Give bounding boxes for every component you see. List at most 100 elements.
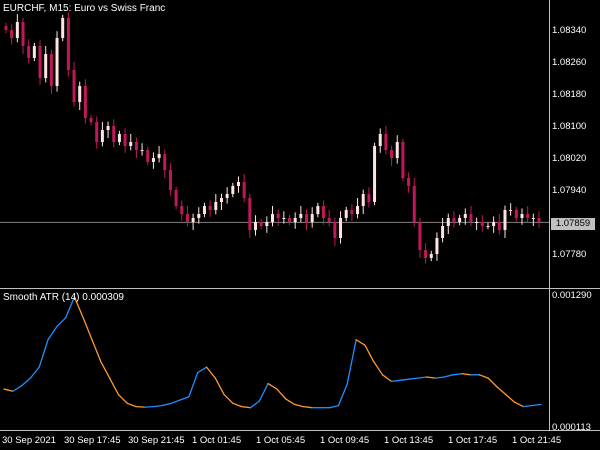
atr-line-segment: [153, 404, 164, 408]
atr-line-segment: [408, 377, 419, 380]
candle-body: [185, 214, 189, 222]
candle-body: [134, 142, 138, 150]
candle-body: [219, 198, 223, 202]
atr-line-segment: [223, 393, 234, 404]
current-price-label: 1.07859: [551, 218, 595, 230]
candle-body: [480, 222, 484, 226]
candle-body: [253, 222, 257, 230]
candle-body: [129, 142, 133, 146]
candle-body: [446, 218, 450, 226]
candle-body: [236, 182, 240, 186]
candle-body: [395, 142, 399, 158]
candle-body: [21, 22, 25, 46]
atr-line-segment: [373, 361, 384, 376]
candle-body: [231, 186, 235, 194]
candle-body: [412, 186, 416, 222]
atr-line-segment: [100, 361, 111, 379]
atr-line-segment: [214, 377, 225, 396]
atr-line-segment: [161, 402, 172, 407]
candle-body: [112, 126, 116, 142]
candle-body: [497, 222, 501, 230]
candle-body: [435, 238, 439, 254]
candle-body: [146, 150, 150, 162]
candle-body: [271, 214, 274, 222]
candle-body: [531, 218, 535, 219]
atr-line-segment: [188, 371, 199, 398]
candle-body: [344, 210, 348, 218]
candle-body: [214, 202, 218, 210]
candle-body: [95, 122, 99, 142]
candle-body: [475, 222, 479, 223]
candle-body: [526, 214, 530, 218]
atr-line-segment: [302, 405, 313, 409]
candle-body: [55, 38, 59, 86]
candle-body: [373, 146, 377, 202]
candle-body: [100, 130, 104, 142]
candle-body: [509, 210, 513, 211]
candle-body: [66, 18, 70, 70]
atr-line-segment: [232, 402, 243, 408]
candle-body: [191, 218, 195, 222]
atr-line-segment: [276, 388, 287, 400]
chart-canvas[interactable]: [0, 0, 600, 450]
atr-line-segment: [258, 382, 269, 402]
atr-line-segment: [346, 339, 357, 385]
candle-body: [168, 170, 172, 190]
indicator-scale-label: 0.000113: [552, 422, 591, 433]
time-axis-label: 1 Oct 13:45: [384, 435, 434, 446]
candle-body: [429, 254, 433, 258]
atr-line-segment: [135, 405, 146, 408]
atr-line-segment: [487, 377, 498, 388]
time-axis-label: 30 Sep 17:45: [64, 435, 121, 446]
atr-line-segment: [434, 376, 445, 379]
time-axis-label: 30 Sep 21:45: [128, 435, 185, 446]
price-axis-label: 1.08180: [552, 89, 587, 100]
candle-body: [208, 206, 212, 210]
atr-line-segment: [179, 396, 190, 401]
time-axis-label: 30 Sep 2021: [2, 435, 56, 446]
atr-line-segment: [56, 317, 67, 328]
atr-line-segment: [390, 379, 401, 383]
candle-body: [452, 218, 456, 222]
candle-body: [407, 178, 411, 186]
atr-line-segment: [329, 404, 340, 409]
candle-body: [333, 222, 337, 238]
candle-body: [356, 206, 360, 214]
atr-line-segment: [399, 378, 410, 381]
candle-body: [83, 86, 87, 118]
atr-line-segment: [144, 405, 155, 408]
time-axis-label: 1 Oct 01:45: [192, 435, 242, 446]
atr-line-segment: [337, 382, 348, 407]
candle-body: [424, 250, 428, 258]
candle-body: [293, 218, 297, 222]
candle-body: [367, 194, 371, 202]
atr-line-segment: [531, 403, 542, 407]
candle-body: [486, 226, 490, 227]
candle-body: [458, 218, 462, 222]
candle-body: [361, 194, 365, 206]
atr-line-segment: [478, 374, 489, 379]
atr-line-segment: [82, 317, 93, 341]
candle-body: [180, 206, 184, 214]
candle-body: [378, 134, 382, 146]
candle-body: [418, 222, 422, 250]
candle-body: [197, 214, 201, 218]
atr-line-segment: [267, 382, 278, 390]
atr-line-segment: [425, 376, 437, 379]
candle-body: [299, 214, 303, 218]
candle-body: [78, 86, 82, 102]
atr-line-segment: [285, 398, 296, 406]
time-axis-label: 1 Oct 05:45: [256, 435, 306, 446]
atr-line-segment: [38, 339, 49, 368]
candle-body: [469, 214, 473, 222]
atr-line-segment: [452, 373, 463, 376]
candle-body: [537, 218, 541, 222]
atr-line-segment: [29, 366, 40, 379]
candle-body: [339, 218, 343, 238]
price-axis-label: 1.08020: [552, 153, 587, 164]
atr-line-segment: [461, 373, 472, 376]
candle-body: [390, 150, 394, 158]
atr-line-segment: [381, 374, 392, 383]
candle-body: [225, 194, 229, 198]
atr-line-segment: [20, 377, 32, 387]
